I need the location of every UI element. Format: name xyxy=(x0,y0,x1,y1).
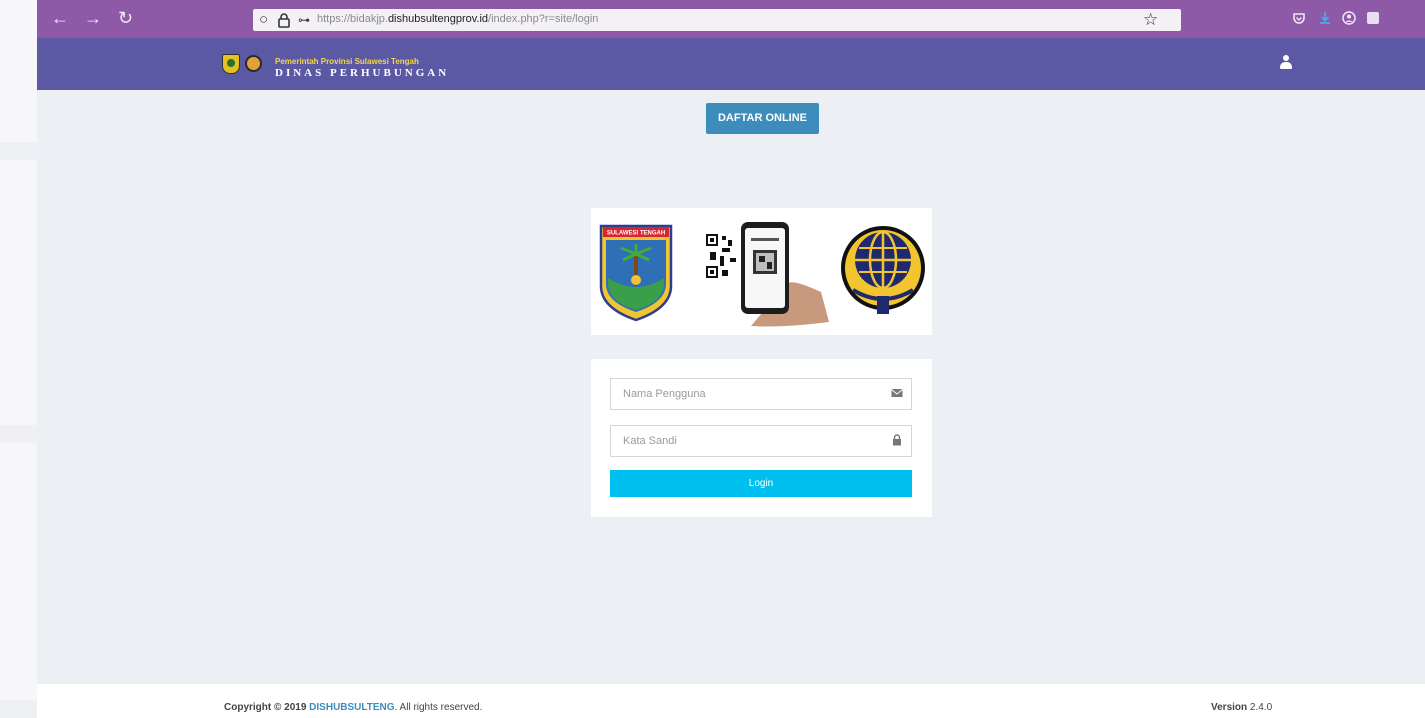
key-icon[interactable]: ⊶ xyxy=(298,10,310,30)
url-path: /index.php?r=site/login xyxy=(488,13,599,25)
copyright-suffix: . All rights reserved. xyxy=(394,702,483,713)
margin-block xyxy=(0,142,37,160)
user-icon[interactable] xyxy=(1280,55,1292,71)
app-header: Pemerintah Provinsi Sulawesi Tengah DINA… xyxy=(37,38,1425,90)
username-input[interactable] xyxy=(611,379,881,409)
left-margin xyxy=(0,0,37,718)
extension-icon[interactable] xyxy=(1367,12,1379,24)
dishub-logo-icon xyxy=(245,55,262,72)
envelope-icon xyxy=(891,389,903,397)
login-button[interactable]: Login xyxy=(610,470,912,497)
svg-text:SULAWESI TENGAH: SULAWESI TENGAH xyxy=(607,231,665,237)
back-arrow-icon[interactable]: ← xyxy=(51,6,69,30)
lock-icon[interactable] xyxy=(278,10,290,34)
sulawesi-tengah-emblem-icon: SULAWESI TENGAH xyxy=(599,224,673,322)
version-number: 2.4.0 xyxy=(1249,702,1273,713)
margin-block xyxy=(0,425,37,443)
url-text[interactable]: https://bidakjp.dishubsultengprov.id/ind… xyxy=(317,13,598,25)
register-online-button[interactable]: DAFTAR ONLINE xyxy=(706,103,819,134)
password-field[interactable] xyxy=(610,425,912,457)
version-info: Version 2.4.0 xyxy=(1211,702,1272,713)
bookmark-star-icon[interactable]: ☆ xyxy=(1143,9,1158,31)
address-bar[interactable]: ○ ⊶ https://bidakjp.dishubsultengprov.id… xyxy=(253,9,1181,31)
logo-banner: SULAWESI TENGAH xyxy=(591,208,932,335)
main-content: DAFTAR ONLINE SULAWESI TENGAH Nama Pengg… xyxy=(37,90,1425,684)
lock-icon xyxy=(893,434,901,446)
url-domain: dishubsultengprov.id xyxy=(387,13,489,25)
shield-outline-icon[interactable]: ○ xyxy=(259,10,268,30)
url-prefix: https://bidakjp. xyxy=(317,13,388,25)
account-icon[interactable] xyxy=(1342,11,1356,25)
qr-code-icon xyxy=(706,234,744,290)
pocket-icon[interactable] xyxy=(1292,11,1306,25)
smartphone-icon xyxy=(741,222,829,327)
header-subtitle: Pemerintah Provinsi Sulawesi Tengah xyxy=(275,57,419,66)
header-title: DINAS PERHUBUNGAN xyxy=(275,67,450,79)
copyright-prefix: Copyright © 2019 xyxy=(224,702,310,713)
username-field[interactable] xyxy=(610,378,912,410)
brand-link[interactable]: DISHUBSULTENG xyxy=(309,702,394,713)
forward-arrow-icon[interactable]: → xyxy=(84,6,102,30)
margin-block xyxy=(0,700,37,718)
province-emblem-icon xyxy=(222,54,240,74)
banner-illustration: SULAWESI TENGAH xyxy=(599,222,925,327)
browser-toolbar: ← → ↻ ○ ⊶ https://bidakjp.dishubsultengp… xyxy=(37,0,1425,38)
ministry-transport-logo-icon xyxy=(841,226,925,314)
version-label: Version xyxy=(1211,702,1248,713)
copyright-text: Copyright © 2019 DISHUBSULTENG. All righ… xyxy=(224,702,482,713)
reload-icon[interactable]: ↻ xyxy=(118,6,133,30)
login-form: Login xyxy=(591,359,932,517)
password-input[interactable] xyxy=(611,426,881,456)
download-icon[interactable] xyxy=(1318,11,1332,25)
footer: Copyright © 2019 DISHUBSULTENG. All righ… xyxy=(37,684,1425,718)
